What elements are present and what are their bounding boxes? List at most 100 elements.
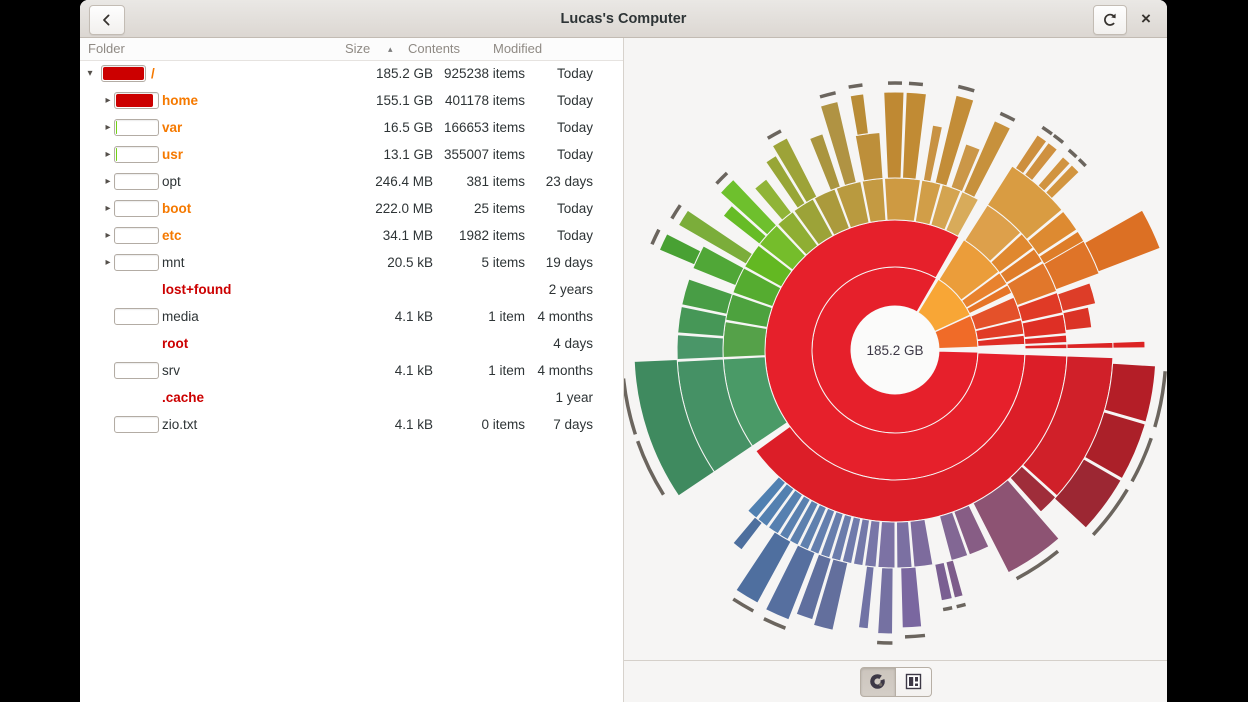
modified-value: Today (557, 60, 593, 87)
table-row-root[interactable]: root4 days (80, 330, 623, 357)
modified-value: 4 months (537, 357, 593, 384)
chart-segment[interactable] (897, 521, 913, 568)
app-window: Lucas's Computer × Folder Size ▴ Content… (80, 0, 1167, 702)
window-title: Lucas's Computer (80, 0, 1167, 38)
modified-value: Today (557, 141, 593, 168)
chart-segment[interactable] (1067, 342, 1113, 348)
table-row-home[interactable]: ▸home155.1 GB401178 itemsToday (80, 87, 623, 114)
table-row-media[interactable]: media4.1 kB1 item4 months (80, 303, 623, 330)
chart-more-indicator (905, 635, 925, 636)
table-row-lost-found[interactable]: lost+found2 years (80, 276, 623, 303)
rings-view-button[interactable] (860, 667, 896, 697)
titlebar: Lucas's Computer × (80, 0, 1167, 38)
table-row-zio-txt[interactable]: zio.txt4.1 kB0 items7 days (80, 411, 623, 438)
folder-name: boot (162, 195, 191, 222)
chart-segment[interactable] (1025, 344, 1067, 349)
chart-segment[interactable] (855, 133, 883, 181)
size-value: 13.1 GB (383, 141, 433, 168)
size-value: 4.1 kB (395, 303, 433, 330)
chart-more-indicator (672, 205, 680, 218)
chart-segment[interactable] (677, 335, 723, 360)
modified-value: 23 days (546, 168, 593, 195)
chart-segment[interactable] (1085, 210, 1160, 272)
chevron-left-icon (99, 12, 115, 28)
contents-value: 1 item (488, 357, 525, 384)
usage-bar (114, 119, 159, 136)
contents-value: 401178 items (445, 87, 525, 114)
expander-icon[interactable]: ▸ (102, 195, 114, 222)
modified-value: 1 year (555, 384, 593, 411)
chart-more-indicator (958, 86, 974, 90)
usage-bar (114, 362, 159, 379)
chart-segment[interactable] (901, 567, 922, 628)
chart-more-indicator (1069, 150, 1077, 157)
contents-value: 925238 items (444, 60, 525, 87)
expander-icon[interactable]: ▸ (102, 222, 114, 249)
expander-icon[interactable]: ▸ (102, 87, 114, 114)
chart-segment[interactable] (858, 566, 874, 629)
back-button[interactable] (89, 5, 125, 35)
table-row-mnt[interactable]: ▸mnt20.5 kB5 items19 days (80, 249, 623, 276)
table-row-usr[interactable]: ▸usr13.1 GB355007 itemsToday (80, 141, 623, 168)
refresh-button[interactable] (1093, 5, 1127, 35)
column-header-size[interactable]: Size (345, 38, 370, 60)
chart-more-indicator (820, 93, 836, 97)
table-row-boot[interactable]: ▸boot222.0 MB25 itemsToday (80, 195, 623, 222)
folder-tree: ▾/185.2 GB925238 itemsToday▸home155.1 GB… (80, 60, 623, 702)
contents-value: 5 items (481, 249, 525, 276)
folder-name: lost+found (162, 276, 231, 303)
size-value: 34.1 MB (383, 222, 433, 249)
chart-segment[interactable] (1113, 341, 1145, 348)
modified-value: Today (557, 222, 593, 249)
table-row-var[interactable]: ▸var16.5 GB166653 itemsToday (80, 114, 623, 141)
chart-panel: 185.2 GB (624, 38, 1167, 702)
folder-name: var (162, 114, 182, 141)
table-row-opt[interactable]: ▸opt246.4 MB381 items23 days (80, 168, 623, 195)
refresh-icon (1102, 12, 1118, 28)
chart-segment[interactable] (723, 322, 767, 358)
chart-more-indicator (943, 608, 952, 610)
expander-icon[interactable]: ▸ (102, 249, 114, 276)
chart-segment[interactable] (885, 178, 921, 221)
chart-segment[interactable] (903, 92, 927, 179)
expander-icon[interactable]: ▸ (102, 141, 114, 168)
chart-segment[interactable] (1105, 363, 1156, 422)
chart-segment[interactable] (878, 521, 895, 568)
expander-icon[interactable]: ▸ (102, 114, 114, 141)
chart-more-indicator (768, 131, 781, 138)
usage-bar (114, 92, 159, 109)
usage-bar (114, 416, 159, 433)
table-row-srv[interactable]: srv4.1 kB1 item4 months (80, 357, 623, 384)
usage-bar (114, 173, 159, 190)
usage-bar (114, 200, 159, 217)
usage-bar (114, 254, 159, 271)
table-row-etc[interactable]: ▸etc34.1 MB1982 itemsToday (80, 222, 623, 249)
table-row--cache[interactable]: .cache1 year (80, 384, 623, 411)
sort-indicator-icon: ▴ (388, 38, 393, 60)
folder-name: srv (162, 357, 180, 384)
column-headers: Folder Size ▴ Contents Modified (80, 38, 623, 61)
close-button[interactable]: × (1133, 5, 1159, 33)
chart-segment[interactable] (659, 234, 700, 265)
chart-center-label: 185.2 GB (866, 343, 923, 358)
column-header-contents[interactable]: Contents (408, 38, 460, 60)
modified-value: 7 days (553, 411, 593, 438)
chart-segment[interactable] (884, 92, 904, 178)
chart-more-indicator (1155, 371, 1165, 427)
view-switcher (624, 660, 1167, 702)
chart-segment[interactable] (910, 519, 933, 567)
treemap-view-button[interactable] (896, 667, 932, 697)
chart-more-indicator (624, 379, 635, 435)
chart-segment[interactable] (878, 568, 893, 634)
table-row--[interactable]: ▾/185.2 GB925238 itemsToday (80, 60, 623, 87)
rings-chart[interactable]: 185.2 GB (624, 38, 1167, 661)
chart-more-indicator (1000, 113, 1014, 120)
chart-segment[interactable] (733, 517, 762, 550)
column-header-modified[interactable]: Modified (493, 38, 542, 60)
column-header-folder[interactable]: Folder (88, 38, 125, 60)
folder-name: usr (162, 141, 183, 168)
chart-segment[interactable] (850, 94, 868, 135)
expander-icon[interactable]: ▾ (84, 60, 96, 87)
usage-bar (114, 308, 159, 325)
expander-icon[interactable]: ▸ (102, 168, 114, 195)
